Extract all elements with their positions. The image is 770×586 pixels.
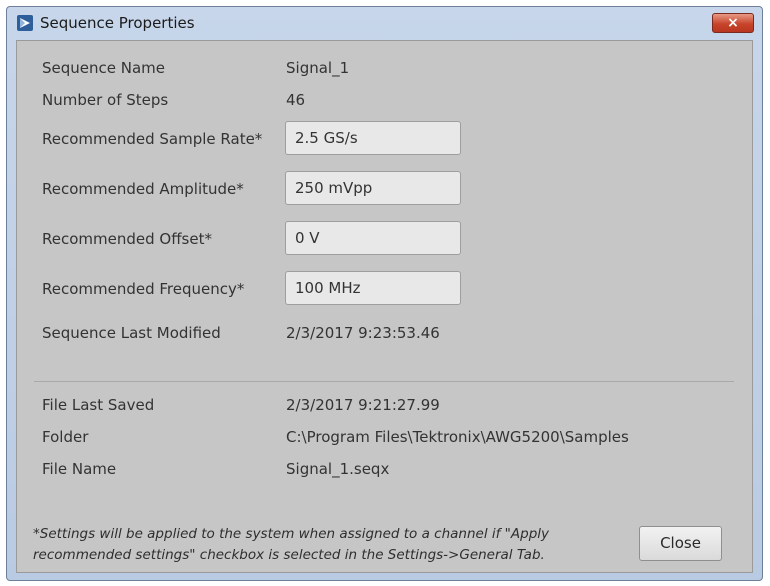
number-of-steps-value: 46	[286, 91, 306, 109]
amplitude-label: Recommended Amplitude*	[42, 180, 244, 198]
settings-note-line-1: *Settings will be applied to the system …	[33, 526, 549, 542]
title-bar[interactable]: Sequence Properties ×	[7, 7, 762, 39]
close-x-icon: ×	[727, 15, 739, 31]
folder-label: Folder	[42, 428, 89, 446]
sequence-name-value: Signal_1	[286, 59, 350, 77]
settings-note: *Settings will be applied to the system …	[33, 524, 549, 566]
last-modified-label: Sequence Last Modified	[42, 324, 221, 342]
file-name-label: File Name	[42, 460, 117, 478]
section-divider	[34, 381, 734, 382]
amplitude-input[interactable]	[285, 171, 461, 205]
close-button[interactable]: Close	[639, 526, 722, 561]
frequency-input[interactable]	[285, 271, 461, 305]
sample-rate-input[interactable]	[285, 121, 461, 155]
folder-value: C:\Program Files\Tektronix\AWG5200\Sampl…	[286, 428, 629, 446]
offset-input[interactable]	[285, 221, 461, 255]
file-last-saved-value: 2/3/2017 9:21:27.99	[286, 396, 440, 414]
sequence-name-label: Sequence Name	[42, 59, 166, 77]
number-of-steps-label: Number of Steps	[42, 91, 169, 109]
offset-label: Recommended Offset*	[42, 230, 212, 248]
tektronix-app-icon	[17, 15, 33, 31]
settings-note-line-2: recommended settings" checkbox is select…	[33, 547, 545, 563]
last-modified-value: 2/3/2017 9:23:53.46	[286, 324, 440, 342]
properties-panel: Sequence Name Signal_1 Number of Steps 4…	[16, 40, 753, 573]
file-last-saved-label: File Last Saved	[42, 396, 155, 414]
frequency-label: Recommended Frequency*	[42, 280, 245, 298]
window-title: Sequence Properties	[40, 14, 195, 32]
file-name-value: Signal_1.seqx	[286, 460, 390, 478]
sequence-properties-dialog: Sequence Properties × Sequence Name Sign…	[6, 6, 763, 581]
close-window-button[interactable]: ×	[712, 13, 754, 33]
sample-rate-label: Recommended Sample Rate*	[42, 130, 263, 148]
